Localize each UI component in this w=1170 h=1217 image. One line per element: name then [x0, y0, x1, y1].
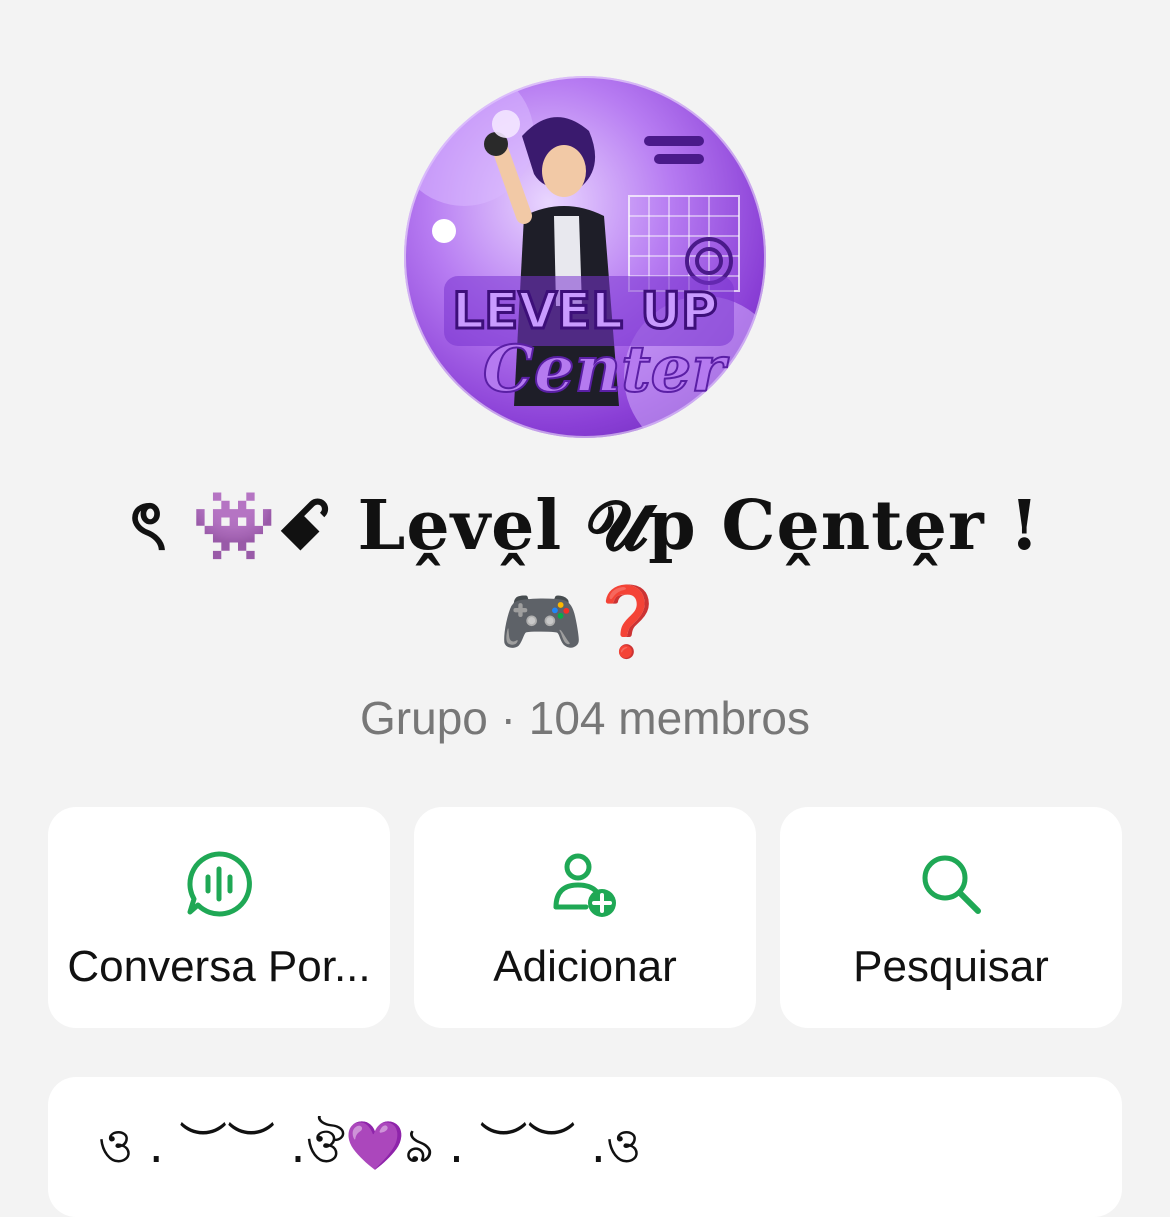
- search-button[interactable]: Pesquisar: [780, 807, 1122, 1028]
- group-name-line-2: 🎮❓: [499, 582, 671, 662]
- add-member-button[interactable]: Adicionar: [414, 807, 756, 1028]
- action-buttons: Conversa Por... Adicionar Pesquisar: [48, 807, 1122, 1028]
- audio-chat-label: Conversa Por...: [67, 942, 371, 991]
- svg-text:Center: Center: [483, 332, 729, 407]
- audio-chat-icon: [187, 851, 252, 917]
- group-name-line-1: ৎ 👾ꗃ Lḙvḙl 𝓤p Cḙntḙr !: [129, 486, 1041, 566]
- description-card[interactable]: ও . ︶︶ .ঔ💜ঌ . ︶︶ .ও: [48, 1077, 1122, 1217]
- group-avatar[interactable]: LEVEL UP Center: [404, 76, 766, 438]
- search-label: Pesquisar: [853, 942, 1049, 991]
- audio-chat-button[interactable]: Conversa Por...: [48, 807, 390, 1028]
- avatar-artwork: LEVEL UP Center: [404, 76, 766, 438]
- description-preview: ও . ︶︶ .ঔ💜ঌ . ︶︶ .ও: [98, 1118, 642, 1174]
- add-member-label: Adicionar: [493, 942, 677, 991]
- search-icon: [922, 855, 981, 914]
- add-person-icon: [553, 853, 616, 917]
- group-subtitle: Grupo · 104 membros: [360, 692, 810, 744]
- group-name: ৎ 👾ꗃ Lḙvḙl 𝓤p Cḙntḙr ! 🎮❓: [0, 478, 1170, 670]
